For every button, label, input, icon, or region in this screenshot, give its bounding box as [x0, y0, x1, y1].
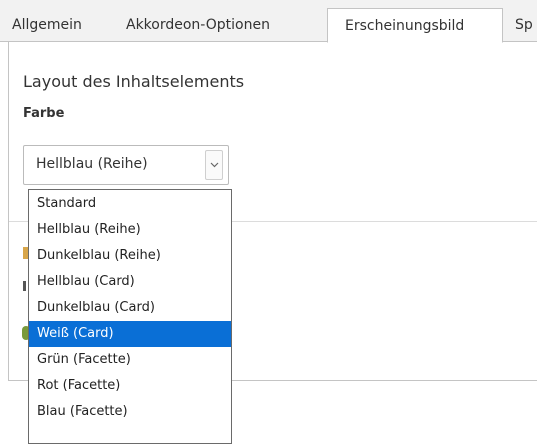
tab-erscheinungsbild[interactable]: Erscheinungsbild	[327, 8, 503, 43]
select-value: Hellblau (Reihe)	[36, 156, 148, 172]
section-title: Layout des Inhaltselements	[23, 72, 245, 91]
option-gruen-facette[interactable]: Grün (Facette)	[29, 347, 231, 373]
chevron-down-icon	[210, 162, 219, 168]
option-dunkelblau-reihe[interactable]: Dunkelblau (Reihe)	[29, 243, 231, 269]
option-hellblau-reihe[interactable]: Hellblau (Reihe)	[29, 217, 231, 243]
option-weiss-card[interactable]: Weiß (Card)	[29, 321, 231, 347]
option-blau-facette[interactable]: Blau (Facette)	[29, 399, 231, 425]
partially-hidden-field-marker	[23, 281, 26, 291]
select-toggle[interactable]	[205, 150, 223, 180]
farbe-dropdown-list: Standard Hellblau (Reihe) Dunkelblau (Re…	[28, 189, 232, 444]
farbe-label: Farbe	[23, 106, 65, 121]
option-dunkelblau-card[interactable]: Dunkelblau (Card)	[29, 295, 231, 321]
tab-bar: Allgemein Akkordeon-Optionen Erscheinung…	[0, 0, 537, 43]
option-hellblau-card[interactable]: Hellblau (Card)	[29, 269, 231, 295]
option-rot-facette[interactable]: Rot (Facette)	[29, 373, 231, 399]
tab-allgemein[interactable]: Allgemein	[12, 8, 82, 42]
tab-sprache[interactable]: Sp	[515, 8, 533, 42]
tab-akkordeon-optionen[interactable]: Akkordeon-Optionen	[126, 8, 270, 42]
option-standard[interactable]: Standard	[29, 191, 231, 217]
farbe-select[interactable]: Hellblau (Reihe)	[23, 145, 229, 185]
